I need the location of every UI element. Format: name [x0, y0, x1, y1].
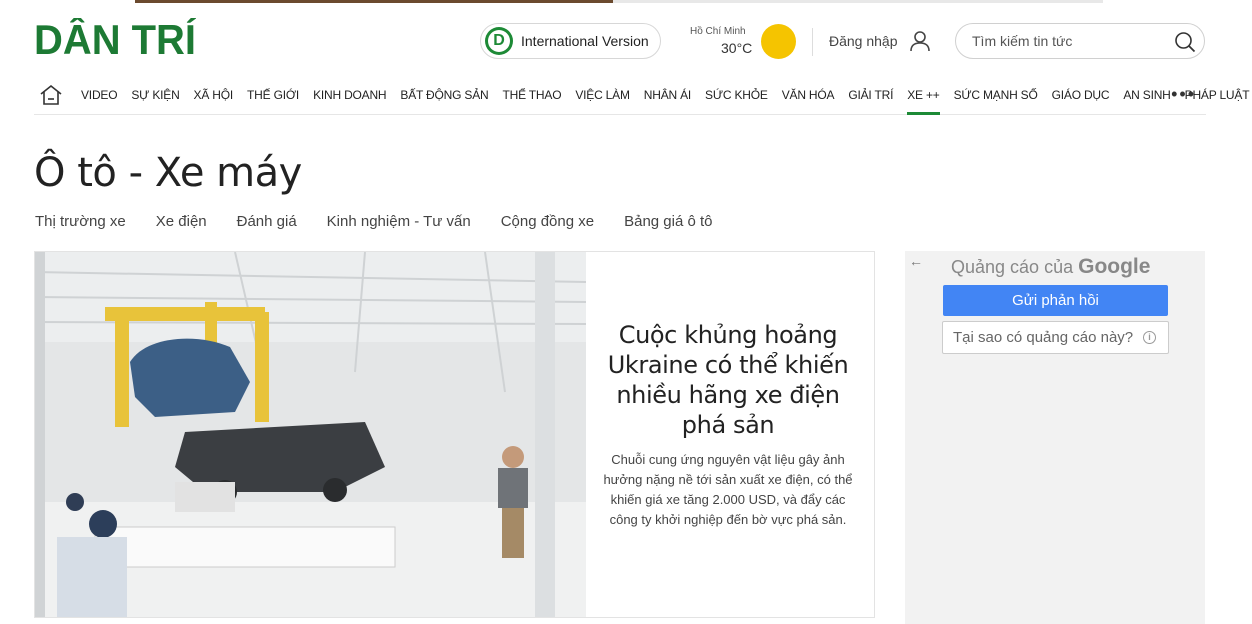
why-this-ad-label: Tại sao có quảng cáo này? [953, 329, 1134, 346]
back-arrow-icon[interactable]: ← [909, 253, 923, 269]
subnav-link[interactable]: Xe điện [156, 213, 207, 230]
featured-article-text: Cuộc khủng hoảng Ukraine có thể khiến nh… [601, 320, 855, 530]
search-box [955, 23, 1205, 59]
dantri-logo[interactable]: DÂN TRÍ [34, 18, 196, 58]
search-icon[interactable] [1174, 31, 1196, 53]
header-divider [812, 28, 813, 56]
category-subnav: Thị trường xe Xe điện Đánh giá Kinh nghiệm … [35, 213, 743, 230]
home-icon[interactable] [39, 83, 63, 107]
logo-text: DÂN TRÍ [34, 18, 196, 58]
google-ad-panel: ← Quảng cáo của Google Gửi phản hồi Tại … [905, 251, 1205, 624]
international-version-label: International Version [521, 33, 649, 49]
dantri-d-icon: D [485, 27, 513, 55]
sun-icon [761, 24, 796, 59]
send-feedback-button[interactable]: Gửi phản hồi [943, 285, 1168, 316]
nav-item[interactable]: SỨC KHỎE [705, 80, 768, 115]
weather-temp: 30°C [721, 40, 753, 56]
nav-item[interactable]: AN SINH [1123, 80, 1170, 115]
login-button[interactable]: Đăng nhập [829, 30, 930, 52]
search-input[interactable] [972, 24, 1162, 58]
nav-item[interactable]: NHÂN ÁI [644, 80, 691, 115]
login-label: Đăng nhập [829, 33, 898, 49]
page-title: Ô tô - Xe máy [34, 150, 302, 196]
site-header: DÂN TRÍ D International Version Hồ Chí M… [0, 0, 1252, 80]
subnav-link[interactable]: Thị trường xe [35, 213, 126, 230]
nav-item[interactable]: GIÁO DỤC [1052, 80, 1110, 115]
international-version-button[interactable]: D International Version [480, 23, 661, 59]
nav-item[interactable]: KINH DOANH [313, 80, 387, 115]
subnav-link[interactable]: Đánh giá [237, 213, 297, 230]
more-menu-icon[interactable]: ••• [1171, 80, 1196, 108]
nav-item[interactable]: GIẢI TRÍ [848, 80, 893, 115]
featured-article: Cuộc khủng hoảng Ukraine có thể khiến nh… [34, 251, 875, 618]
subnav-link[interactable]: Kinh nghiệm - Tư vấn [327, 213, 471, 230]
weather-city: Hồ Chí Minh [690, 26, 746, 37]
subnav-link[interactable]: Bảng giá ô tô [624, 213, 712, 230]
nav-item[interactable]: SỨC MẠNH SỐ [954, 80, 1038, 115]
nav-list: VIDEO SỰ KIỆN XÃ HỘI THẾ GIỚI KINH DOANH BẤT … [81, 80, 1252, 115]
nav-item[interactable]: XÃ HỘI [194, 80, 234, 115]
subnav-link[interactable]: Cộng đồng xe [501, 213, 594, 230]
nav-item[interactable]: VĂN HÓA [782, 80, 835, 115]
main-nav: VIDEO SỰ KIỆN XÃ HỘI THẾ GIỚI KINH DOANH BẤT … [34, 80, 1250, 115]
nav-item[interactable]: BẤT ĐỘNG SẢN [400, 80, 488, 115]
nav-item[interactable]: VIỆC LÀM [575, 80, 630, 115]
featured-article-image[interactable] [35, 252, 586, 617]
google-brand: Google [1078, 255, 1151, 278]
featured-article-summary: Chuỗi cung ứng nguyên vật liệu gây ảnh h… [603, 452, 853, 527]
nav-item[interactable]: THỂ THAO [502, 80, 561, 115]
why-this-ad-button[interactable]: Tại sao có quảng cáo này? i [942, 321, 1169, 354]
nav-item[interactable]: VIDEO [81, 80, 118, 115]
ad-label-prefix: Quảng cáo của [951, 257, 1074, 277]
info-icon: i [1143, 331, 1156, 344]
user-icon [909, 31, 930, 52]
featured-article-headline[interactable]: Cuộc khủng hoảng Ukraine có thể khiến nh… [601, 320, 855, 440]
weather-widget: Hồ Chí Minh 30°C [690, 24, 800, 64]
nav-item[interactable]: THẾ GIỚI [247, 80, 299, 115]
nav-item[interactable]: XE ++ [907, 80, 940, 115]
nav-item[interactable]: SỰ KIỆN [131, 80, 179, 115]
ad-label: Quảng cáo của Google [951, 255, 1150, 279]
